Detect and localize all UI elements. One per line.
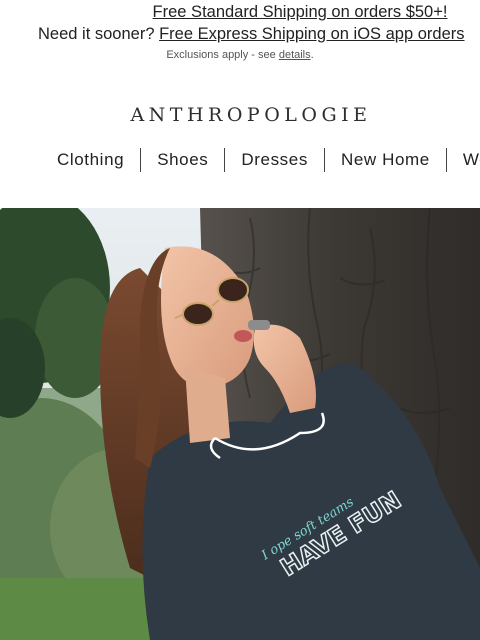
nav-item-clothing[interactable]: Clothing [41, 150, 140, 170]
hero-illustration: I ope soft teams HAVE FUN [0, 208, 480, 640]
main-nav: Clothing Shoes Dresses New Home We [41, 148, 480, 172]
nav-item-dresses[interactable]: Dresses [225, 150, 324, 170]
hero-image[interactable]: I ope soft teams HAVE FUN [0, 208, 480, 640]
promo-line-express-shipping: Need it sooner? Free Express Shipping on… [38, 25, 480, 44]
exclusions-note: Exclusions apply - see details. [0, 49, 480, 61]
exclusions-period: . [310, 49, 314, 61]
free-standard-shipping-link[interactable]: Free Standard Shipping on orders $50+! [153, 3, 448, 21]
promo-line-free-shipping: Free Standard Shipping on orders $50+! [0, 3, 480, 22]
exclusions-text: Exclusions apply - see [166, 49, 276, 61]
anthropologie-logo[interactable]: ANTHROPOLOGIE [0, 104, 480, 126]
nav-item-shoes[interactable]: Shoes [141, 150, 224, 170]
promo-need-sooner-text: Need it sooner? [38, 25, 155, 43]
free-express-shipping-link[interactable]: Free Express Shipping on iOS app orders [159, 25, 464, 43]
nav-item-new-home[interactable]: New Home [325, 150, 446, 170]
nav-item-wedding[interactable]: We [447, 150, 480, 170]
exclusions-details-link[interactable]: details [279, 49, 311, 61]
